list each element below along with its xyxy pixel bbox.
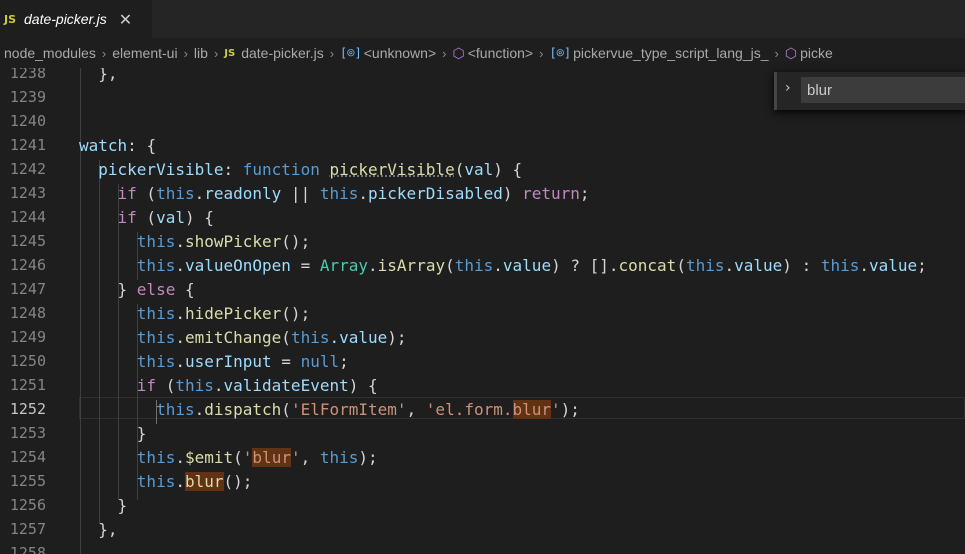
- chevron-right-icon: ›: [183, 45, 188, 61]
- code-line: this.valueOnOpen = Array.isArray(this.va…: [136, 256, 927, 275]
- variable-icon: [⌾]: [549, 46, 572, 60]
- js-file-icon: JS: [224, 47, 236, 59]
- line-number: 1240: [9, 112, 46, 130]
- chevron-right-icon: ›: [539, 45, 544, 61]
- line-number: 1242: [9, 160, 46, 178]
- line-number: 1251: [9, 376, 46, 394]
- chevron-right-icon: ›: [329, 45, 335, 61]
- breadcrumb-item-file[interactable]: JS date-picker.js: [224, 45, 323, 61]
- code-line: },: [79, 520, 118, 539]
- line-number: 1243: [9, 184, 46, 202]
- line-number: 1249: [9, 328, 46, 346]
- breadcrumb-item-picker-script[interactable]: [⌾] pickervue_type_script_lang_js_: [549, 45, 768, 61]
- code-line: this.showPicker();: [136, 232, 311, 251]
- cube-icon: ⬡: [784, 44, 798, 61]
- line-number: 1246: [9, 256, 46, 274]
- cube-icon: ⬡: [452, 44, 465, 61]
- line-number: 1239: [9, 88, 46, 106]
- code-line: this.emitChange(this.value);: [136, 328, 407, 347]
- line-number: 1254: [9, 448, 46, 466]
- tab-title: date-picker.js: [24, 11, 107, 27]
- chevron-right-icon: ›: [774, 45, 779, 61]
- line-number: 1256: [9, 496, 46, 514]
- code-line: }: [79, 424, 147, 443]
- line-number: 1245: [9, 232, 46, 250]
- breadcrumb-item-picker[interactable]: ⬡ picke: [785, 45, 833, 62]
- code-line: },: [79, 68, 118, 83]
- code-line: if (this.validateEvent) {: [136, 376, 378, 395]
- code-line: pickerVisible: function pickerVisible(va…: [98, 160, 523, 179]
- tab-bar: JS date-picker.js ✕: [0, 0, 965, 38]
- code-line: this.userInput = null;: [136, 352, 349, 371]
- chevron-right-icon: ›: [101, 45, 107, 61]
- find-widget: ›: [774, 72, 965, 110]
- code-line: }: [79, 496, 128, 515]
- breadcrumb-label: <function>: [467, 45, 534, 61]
- code-line: this.$emit('blur', this);: [136, 448, 378, 467]
- line-number: 1248: [9, 304, 46, 322]
- breadcrumb-item-node-modules[interactable]: node_modules: [4, 45, 96, 61]
- breadcrumb-label: <unknown>: [363, 45, 437, 61]
- code-line: } else {: [79, 280, 195, 299]
- breadcrumb-item-unknown[interactable]: [⌾] <unknown>: [340, 45, 436, 61]
- code-area[interactable]: }, watch: { pickerVisible: function pick…: [79, 68, 965, 554]
- line-number: 1257: [9, 520, 46, 538]
- code-line: this.hidePicker();: [136, 304, 311, 323]
- breadcrumb-item-function[interactable]: ⬡ <function>: [452, 45, 533, 62]
- js-file-icon: JS: [4, 12, 17, 26]
- code-editor[interactable]: 1238 1239 1240 1241 1242 1243 1244 1245 …: [0, 68, 965, 554]
- line-number: 1250: [9, 352, 46, 370]
- variable-icon: [⌾]: [340, 46, 362, 60]
- breadcrumb-item-lib[interactable]: lib: [194, 45, 208, 61]
- breadcrumb-label: picke: [800, 45, 833, 61]
- code-line: if (val) {: [117, 208, 214, 227]
- breadcrumb-label: pickervue_type_script_lang_js_: [573, 45, 769, 61]
- tab-date-picker[interactable]: JS date-picker.js ✕: [0, 0, 152, 38]
- line-number: 1238: [9, 68, 46, 82]
- chevron-right-icon[interactable]: ›: [785, 80, 791, 96]
- find-input[interactable]: [801, 77, 965, 103]
- code-line: if (this.readonly || this.pickerDisabled…: [117, 184, 590, 203]
- line-number: 1244: [9, 208, 46, 226]
- code-line: this.blur();: [136, 472, 253, 491]
- line-number-active: 1252: [9, 400, 46, 418]
- code-line-active: this.dispatch('ElFormItem', 'el.form.blu…: [156, 400, 580, 419]
- line-number: 1255: [9, 472, 46, 490]
- line-number: 1241: [9, 136, 46, 154]
- chevron-right-icon: ›: [213, 45, 219, 61]
- close-icon[interactable]: ✕: [119, 10, 132, 29]
- line-number: 1258: [9, 544, 46, 554]
- breadcrumb: node_modules › element-ui › lib › JS dat…: [0, 38, 965, 68]
- line-number: 1247: [9, 280, 46, 298]
- line-number: 1253: [9, 424, 46, 442]
- breadcrumb-label: date-picker.js: [241, 45, 324, 61]
- chevron-right-icon: ›: [442, 45, 447, 61]
- code-line: watch: {: [79, 136, 157, 155]
- breadcrumb-item-element-ui[interactable]: element-ui: [112, 45, 177, 61]
- line-number-gutter: 1238 1239 1240 1241 1242 1243 1244 1245 …: [0, 68, 56, 554]
